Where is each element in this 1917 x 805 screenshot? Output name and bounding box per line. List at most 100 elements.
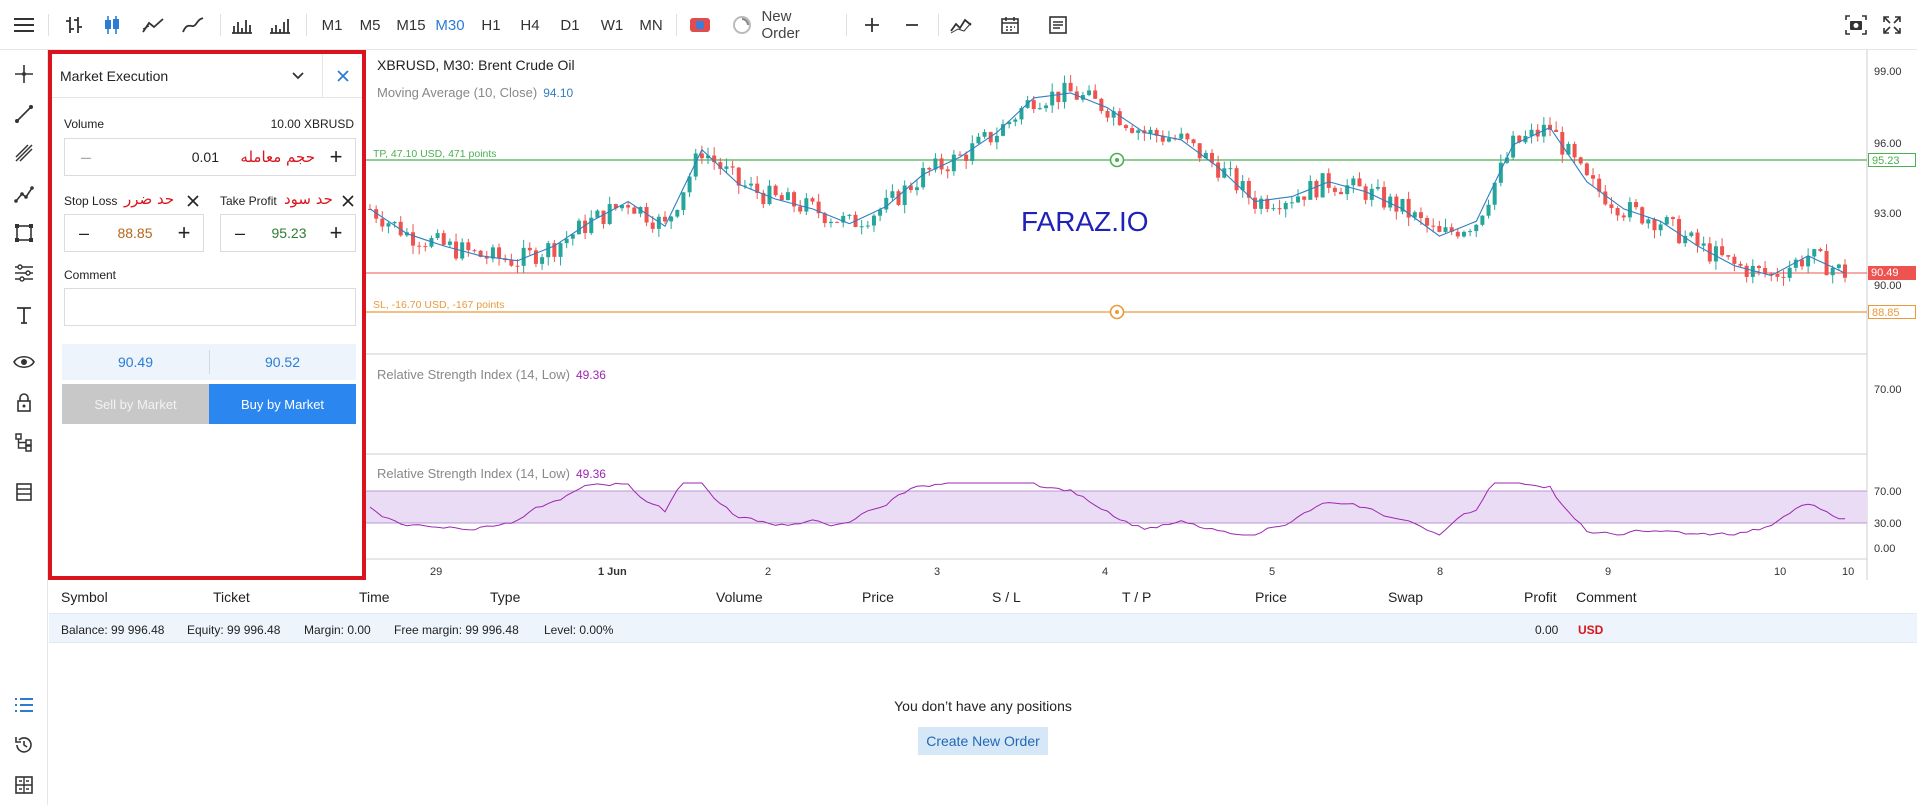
candle-body bbox=[1394, 196, 1399, 212]
menu-icon[interactable] bbox=[12, 12, 36, 38]
candle-body bbox=[1713, 246, 1718, 262]
visibility-icon[interactable] bbox=[12, 350, 36, 374]
candle-body bbox=[411, 232, 416, 246]
col-current-price[interactable]: Price bbox=[1255, 589, 1287, 605]
one-click-trading-icon[interactable] bbox=[688, 12, 712, 38]
col-type[interactable]: Type bbox=[490, 589, 520, 605]
history-icon[interactable] bbox=[12, 733, 36, 757]
col-symbol[interactable]: Symbol bbox=[61, 589, 108, 605]
col-time[interactable]: Time bbox=[359, 589, 390, 605]
indicators-icon[interactable] bbox=[948, 12, 974, 38]
candle-body bbox=[509, 260, 514, 266]
candle-body bbox=[902, 185, 907, 205]
price-tick: 96.00 bbox=[1874, 138, 1902, 150]
col-price[interactable]: Price bbox=[862, 589, 894, 605]
templates-icon[interactable] bbox=[1046, 12, 1070, 38]
take-profit-stepper: – 95.23 + bbox=[220, 214, 356, 252]
candle-body bbox=[896, 191, 901, 205]
line-chart-icon[interactable] bbox=[140, 12, 166, 38]
volume-increase-button[interactable]: + bbox=[321, 139, 351, 175]
positions-list-icon[interactable] bbox=[12, 693, 36, 717]
create-new-order-button[interactable]: Create New Order bbox=[918, 727, 1048, 755]
candle-body bbox=[1775, 274, 1780, 277]
timeframe-m5[interactable]: M5 bbox=[358, 12, 382, 38]
time-tick: 9 bbox=[1605, 566, 1611, 578]
col-tp[interactable]: T / P bbox=[1122, 589, 1151, 605]
rsi-tick: 0.00 bbox=[1874, 543, 1895, 555]
candle-body bbox=[1332, 187, 1337, 192]
col-comment[interactable]: Comment bbox=[1576, 589, 1637, 605]
candle-body bbox=[1843, 264, 1847, 278]
candle-body bbox=[1670, 217, 1675, 220]
fullscreen-icon[interactable] bbox=[1880, 12, 1904, 38]
buy-by-market-button[interactable]: Buy by Market bbox=[209, 384, 356, 424]
candle-body bbox=[828, 221, 833, 224]
col-swap[interactable]: Swap bbox=[1388, 589, 1423, 605]
col-volume[interactable]: Volume bbox=[716, 589, 763, 605]
candle-body bbox=[417, 245, 422, 247]
clear-stop-loss-icon[interactable] bbox=[187, 195, 199, 210]
crosshair-icon[interactable] bbox=[12, 62, 36, 86]
timeframe-m15[interactable]: M15 bbox=[396, 12, 426, 38]
price-tick: 93.00 bbox=[1874, 208, 1902, 220]
candle-body bbox=[675, 209, 680, 217]
timeframe-w1[interactable]: W1 bbox=[599, 12, 625, 38]
close-panel-button[interactable] bbox=[322, 54, 362, 98]
text-tool-icon[interactable] bbox=[12, 303, 36, 327]
take-profit-increase-button[interactable]: + bbox=[321, 215, 351, 251]
col-profit[interactable]: Profit bbox=[1524, 589, 1557, 605]
timeframe-m30[interactable]: M30 bbox=[435, 12, 465, 38]
volume-decrease-button[interactable]: – bbox=[71, 139, 101, 175]
candle-body bbox=[681, 192, 686, 210]
candlestick-series bbox=[368, 74, 1847, 286]
zoom-in-icon[interactable] bbox=[860, 12, 884, 38]
candle-body bbox=[497, 247, 502, 259]
timeframe-mn[interactable]: MN bbox=[637, 12, 665, 38]
candle-body bbox=[663, 216, 667, 222]
histogram-icon[interactable] bbox=[230, 12, 254, 38]
candlestick-icon[interactable] bbox=[100, 12, 124, 38]
journal-icon[interactable] bbox=[12, 773, 36, 797]
timeframe-m1[interactable]: M1 bbox=[320, 12, 344, 38]
channel-icon[interactable] bbox=[12, 141, 36, 165]
time-tick: 29 bbox=[430, 566, 442, 578]
calendar-icon[interactable] bbox=[998, 12, 1022, 38]
candle-body bbox=[773, 185, 778, 196]
candle-body bbox=[951, 154, 956, 172]
candle-body bbox=[1339, 191, 1344, 195]
candle-body bbox=[847, 214, 852, 216]
comment-input[interactable] bbox=[64, 288, 356, 326]
candle-body bbox=[779, 195, 784, 201]
object-tree-icon[interactable] bbox=[12, 430, 36, 454]
candle-body bbox=[945, 169, 950, 172]
polyline-icon[interactable] bbox=[12, 182, 36, 206]
layers-icon[interactable] bbox=[12, 480, 36, 504]
candle-body bbox=[441, 233, 446, 245]
col-ticket[interactable]: Ticket bbox=[213, 589, 250, 605]
candle-body bbox=[964, 154, 969, 161]
shape-icon[interactable] bbox=[12, 221, 36, 245]
candle-body bbox=[1087, 90, 1092, 96]
chevron-down-icon[interactable] bbox=[291, 69, 305, 86]
timeframe-d1[interactable]: D1 bbox=[558, 12, 582, 38]
stop-loss-label: Stop Loss bbox=[64, 194, 118, 208]
candle-body bbox=[1117, 111, 1122, 126]
clear-take-profit-icon[interactable] bbox=[342, 195, 354, 210]
lock-icon[interactable] bbox=[12, 390, 36, 414]
bar-chart-icon[interactable] bbox=[62, 12, 86, 38]
col-sl[interactable]: S / L bbox=[992, 589, 1021, 605]
stop-loss-increase-button[interactable]: + bbox=[169, 215, 199, 251]
trendline-icon[interactable] bbox=[12, 102, 36, 126]
candle-body bbox=[1382, 187, 1387, 208]
fibonacci-icon[interactable] bbox=[12, 261, 36, 285]
timeframe-h4[interactable]: H4 bbox=[518, 12, 542, 38]
timeframe-h1[interactable]: H1 bbox=[479, 12, 503, 38]
volume-icon[interactable] bbox=[268, 12, 292, 38]
volume-input[interactable]: 0.01 bbox=[192, 139, 219, 175]
new-order-button[interactable]: New Order bbox=[732, 8, 832, 42]
zoom-out-icon[interactable] bbox=[900, 12, 924, 38]
area-chart-icon[interactable] bbox=[180, 12, 206, 38]
sell-by-market-button[interactable]: Sell by Market bbox=[62, 384, 209, 424]
price-tick: 90.00 bbox=[1874, 280, 1902, 292]
screenshot-icon[interactable] bbox=[1844, 12, 1868, 38]
